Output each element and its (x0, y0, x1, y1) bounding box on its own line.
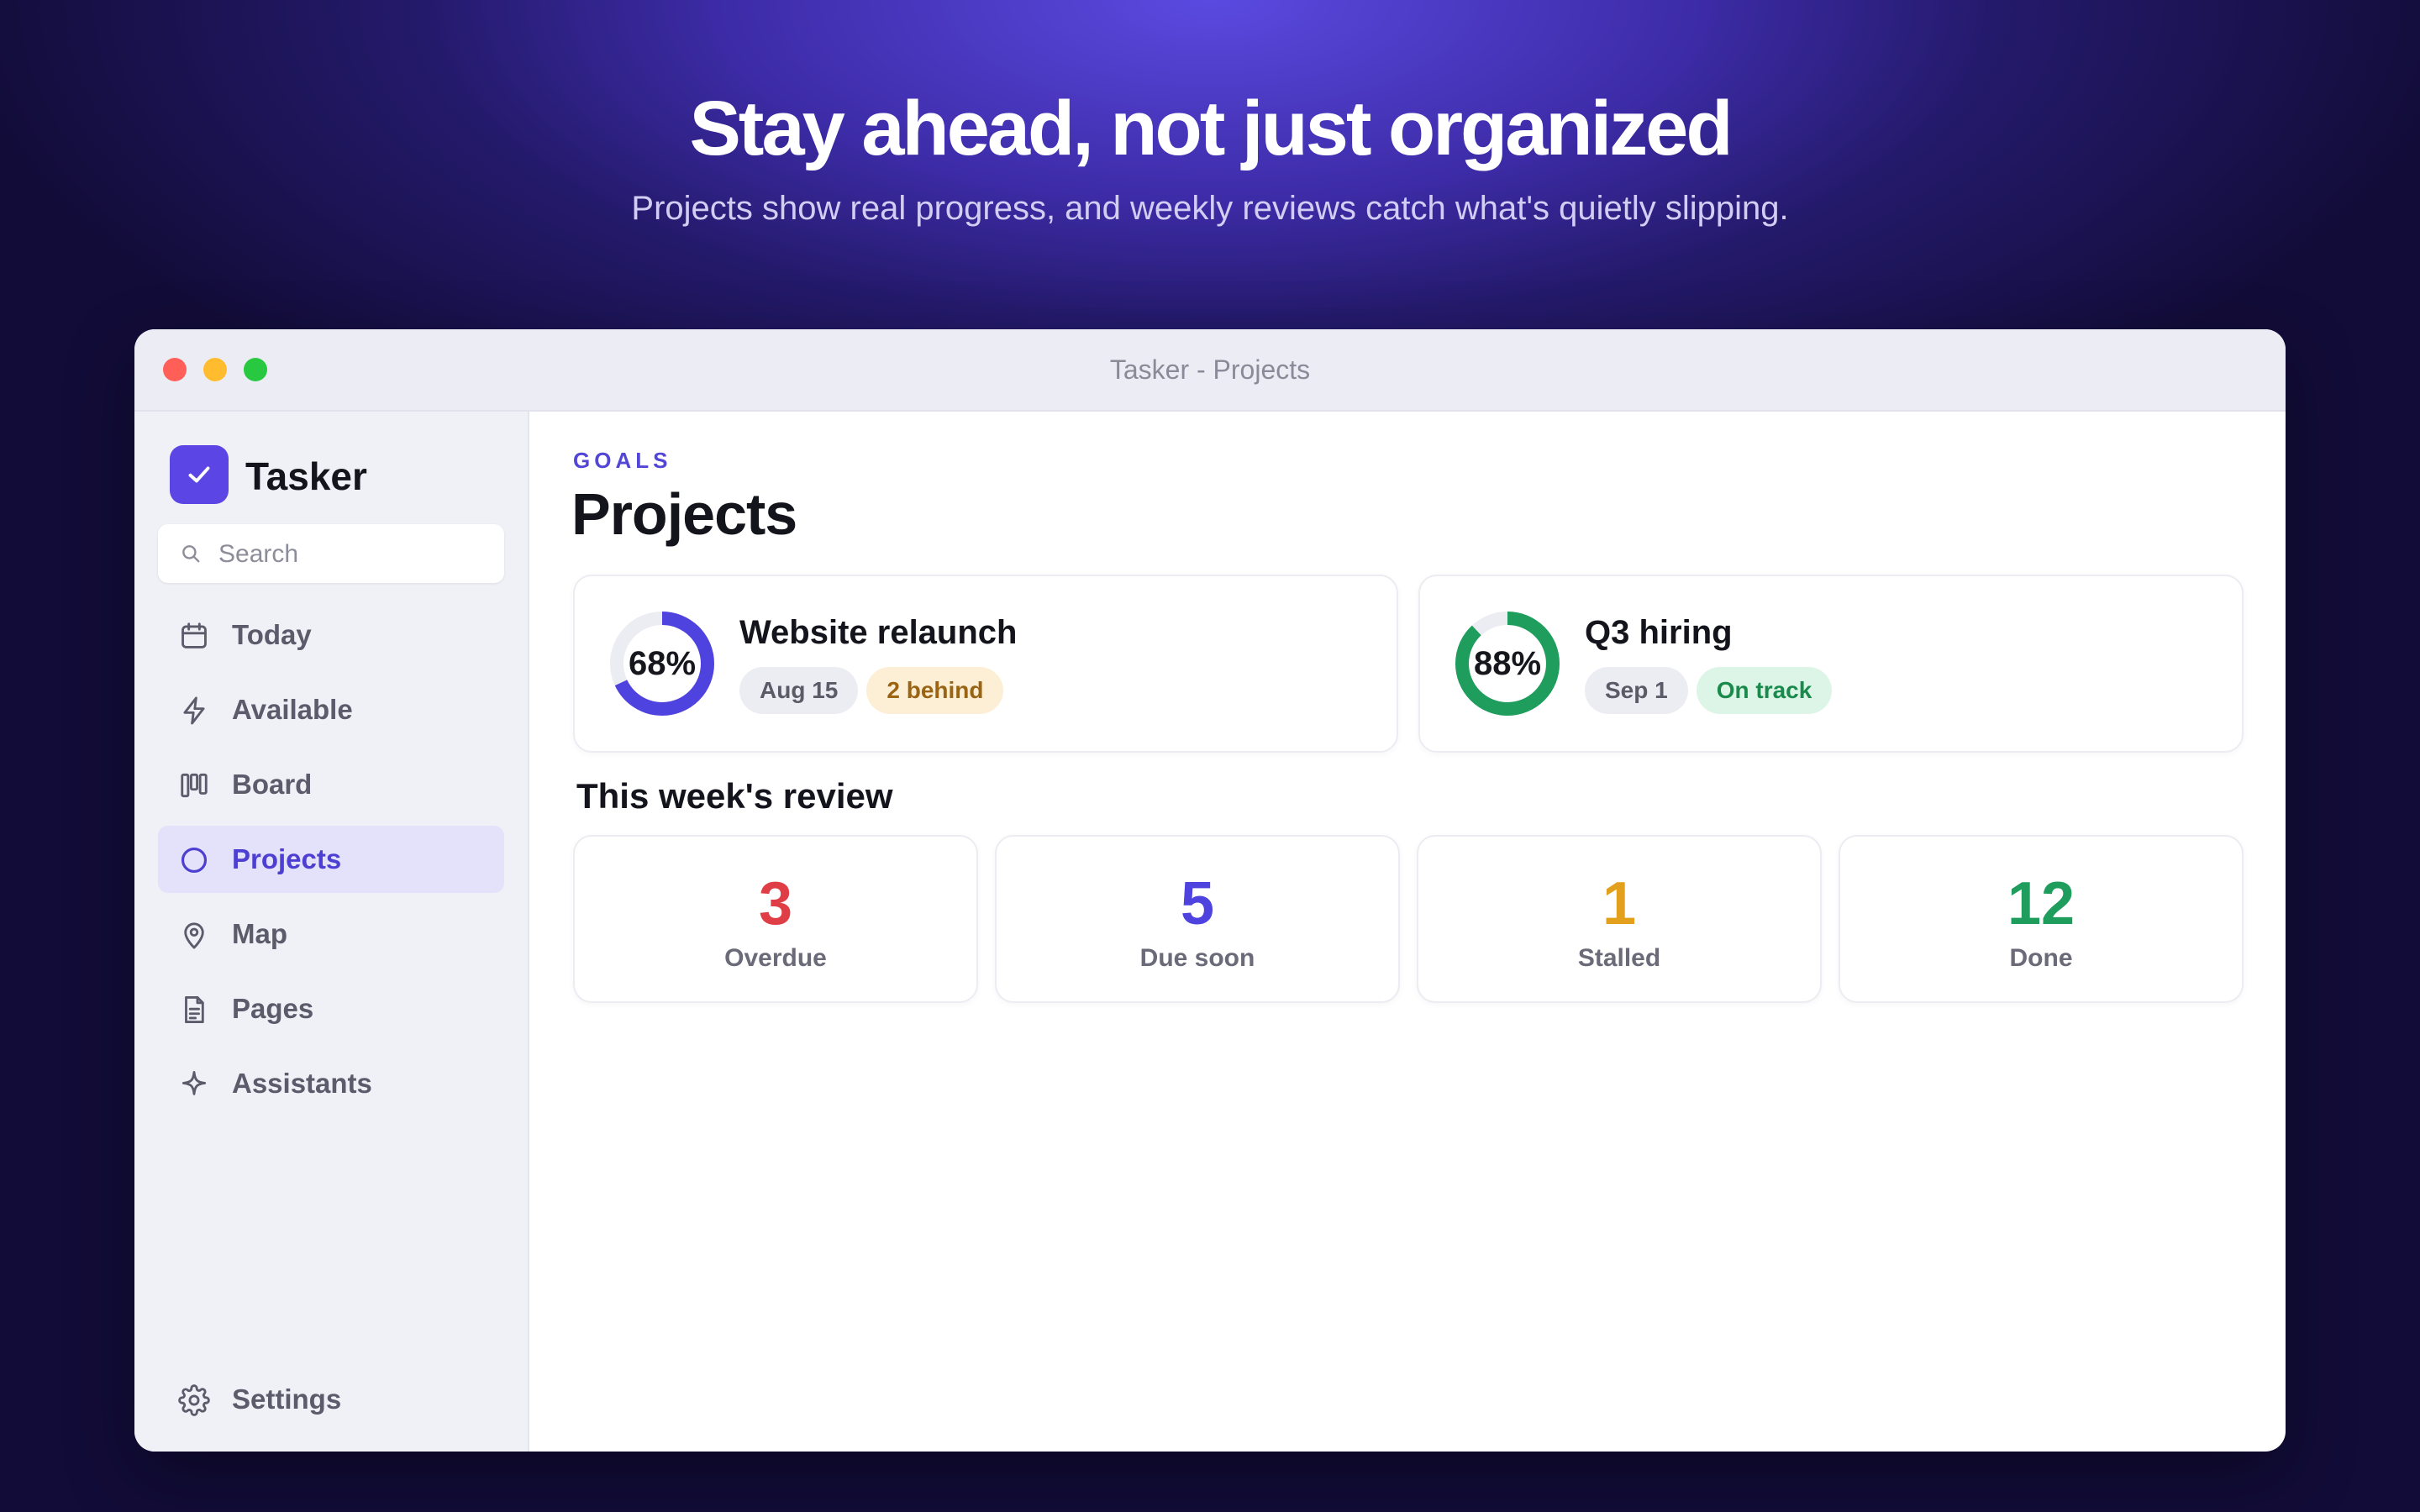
project-name: Website relaunch (739, 614, 1018, 651)
sparkle-icon (182, 1071, 207, 1095)
search-box[interactable] (158, 524, 504, 583)
hero-title: Stay ahead, not just organized (689, 86, 1733, 171)
progress-label: 88% (1473, 645, 1542, 682)
lightning-icon (183, 696, 205, 725)
project-chips: Sep 1 On track (1585, 667, 1840, 714)
progress-label: 68% (628, 645, 697, 682)
sidebar-item-label: Assistants (232, 1068, 372, 1099)
stat-value: 3 (758, 870, 793, 937)
due-date-chip: Aug 15 (739, 667, 859, 714)
stat-card-due-soon[interactable]: 5 Due soon (995, 835, 1400, 1003)
stat-label: Done (2009, 944, 2073, 972)
sidebar-item-label: Map (232, 918, 287, 949)
progress-ring: 68% (608, 610, 716, 717)
sidebar-item-label: Pages (232, 993, 314, 1024)
board-columns-icon (181, 773, 208, 798)
window-title: Tasker - Projects (1109, 354, 1311, 385)
sidebar-item-settings[interactable]: Settings (158, 1366, 504, 1433)
sidebar-item-label: Available (232, 694, 353, 725)
sidebar: Tasker Today Available Board Projects (134, 412, 529, 1452)
brand-logo (170, 445, 229, 504)
sidebar-item-projects[interactable]: Projects (158, 826, 504, 893)
sidebar-item-board[interactable]: Board (158, 751, 504, 818)
progress-ring: 88% (1454, 610, 1561, 717)
stat-label: Due soon (1139, 944, 1255, 972)
checkmark-icon (188, 466, 210, 483)
sidebar-item-label: Board (232, 769, 313, 800)
project-card-website-relaunch[interactable]: 68% Website relaunch Aug 15 2 behind (573, 575, 1398, 753)
stat-value: 5 (1180, 870, 1215, 937)
stat-value: 1 (1602, 870, 1637, 937)
search-input[interactable] (217, 534, 489, 575)
page-title: Projects (571, 481, 797, 547)
sidebar-item-today[interactable]: Today (158, 601, 504, 669)
stat-value: 12 (2007, 870, 2075, 937)
hero-subtitle: Projects show real progress, and weekly … (631, 190, 1789, 227)
calendar-icon (182, 622, 207, 648)
project-chips: Aug 15 2 behind (739, 667, 1012, 714)
stat-card-overdue[interactable]: 3 Overdue (573, 835, 978, 1003)
weekly-review-heading: This week's review (576, 776, 893, 816)
document-icon (185, 996, 204, 1023)
circle-icon (181, 847, 208, 874)
status-badge: On track (1696, 667, 1833, 714)
stat-label: Stalled (1577, 944, 1661, 972)
map-pin-icon (184, 922, 204, 949)
gear-icon (178, 1384, 210, 1416)
status-badge: 2 behind (866, 667, 1004, 714)
project-name: Q3 hiring (1585, 614, 1733, 651)
sidebar-item-label: Projects (232, 843, 342, 874)
section-eyebrow: GOALS (573, 448, 672, 473)
sidebar-item-pages[interactable]: Pages (158, 975, 504, 1042)
sidebar-nav: Today Available Board Projects Map Pages (158, 601, 504, 1125)
stat-label: Overdue (724, 944, 827, 972)
title-bar: Tasker - Projects (134, 329, 2286, 412)
stat-card-done[interactable]: 12 Done (1839, 835, 2244, 1003)
sidebar-item-label: Today (232, 619, 312, 650)
search-icon (182, 545, 200, 563)
settings-label: Settings (232, 1383, 342, 1415)
sidebar-item-assistants[interactable]: Assistants (158, 1050, 504, 1117)
sidebar-item-available[interactable]: Available (158, 676, 504, 743)
app-window: Tasker - Projects Tasker Today Available (134, 329, 2286, 1452)
stat-card-stalled[interactable]: 1 Stalled (1417, 835, 1822, 1003)
brand-name: Tasker (245, 454, 367, 498)
project-card-q3-hiring[interactable]: 88% Q3 hiring Sep 1 On track (1418, 575, 2244, 753)
main-content: GOALS Projects 68% Website relaunch Aug … (529, 412, 2286, 1452)
due-date-chip: Sep 1 (1585, 667, 1688, 714)
sidebar-item-map[interactable]: Map (158, 900, 504, 968)
